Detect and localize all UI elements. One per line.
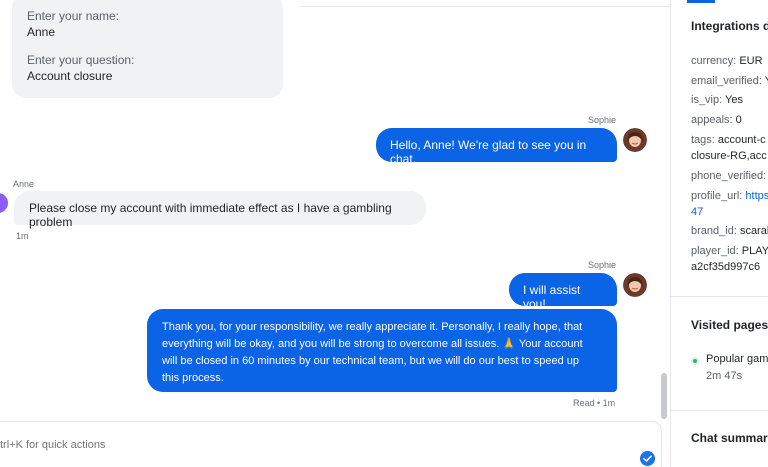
visited-page-time: 2m 47s [706,370,743,382]
field-key: email_verified: [691,75,762,87]
field-appeals: appeals: 0 [691,114,742,126]
customer-avatar [0,193,8,213]
message-timestamp: 1m [16,231,29,241]
field-tags-continued: closure-RG,acc [691,150,767,162]
field-value: PLAYE [741,245,768,257]
section-divider [671,296,768,297]
message-bubble-outgoing: I will assist you! [509,273,617,311]
field-value: a2cf35d997c6 [691,261,761,273]
question-field-value: Account closure [27,69,113,83]
message-read-status: Read • 1m [573,398,616,408]
message-text: I will assist you! [523,283,581,311]
chat-summary-heading: Chat summar [691,431,768,445]
message-sender: Sophie [588,115,617,125]
active-tab-indicator [687,0,715,3]
field-player-id-continued: a2cf35d997c6 [691,261,760,273]
field-value: closure-RG,acc [691,150,767,162]
integrations-heading: Integrations d [691,19,768,33]
field-value: account-c [717,134,766,146]
message-input[interactable] [0,437,400,453]
field-brand-id: brand_id: scaral [691,225,768,237]
field-tags: tags: account-c [691,134,766,146]
message-text-line: will be closed in 60 minutes by our tech… [162,355,580,367]
agent-avatar [623,128,647,152]
visited-page-item[interactable]: Popular gam [706,353,768,365]
message-bubble-outgoing: Hello, Anne! We're glad to see you in ch… [376,128,617,166]
message-text-line: Thank you, for your responsibility, we r… [162,321,583,333]
field-key: phone_verified: [691,170,767,182]
section-divider [671,410,768,411]
name-field-label: Enter your name: [27,9,120,23]
field-value: scaral [739,225,768,237]
field-value: EUR [739,55,763,67]
field-currency: currency: EUR [691,55,763,67]
field-key: is_vip: [691,94,723,106]
profile-url-link[interactable]: https [745,190,768,202]
chat-scrollbar[interactable] [661,373,667,419]
field-profile-url: profile_url: https [691,190,768,202]
field-player-id: player_id: PLAYE [691,245,768,257]
divider [300,6,670,7]
question-field-label: Enter your question: [27,53,135,67]
message-bubble-outgoing: Thank you, for your responsibility, we r… [147,309,617,392]
field-key: tags: [691,134,715,146]
message-sender: Anne [13,179,35,189]
message-text-line: this process. [162,372,224,384]
name-field-value: Anne [27,25,56,39]
field-key: profile_url: [691,190,743,202]
field-key: currency: [691,55,737,67]
field-email-verified: email_verified: Y [691,75,768,87]
visited-pages-heading: Visited pages [691,318,768,332]
profile-url-link[interactable]: 47 [691,206,703,218]
field-key: brand_id: [691,225,737,237]
online-status-icon [691,357,699,365]
field-phone-verified: phone_verified: [691,170,766,182]
field-key: player_id: [691,245,739,257]
field-value: Yes [725,94,743,106]
field-key: appeals: [691,114,733,126]
field-profile-url-continued: 47 [691,206,703,218]
message-text: Hello, Anne! We're glad to see you in ch… [390,138,587,166]
visited-page-duration: 2m 47s [706,370,742,382]
message-text-line: everything will be okay, and you will be… [162,338,583,350]
agent-avatar [623,273,647,297]
message-bubble-incoming: Please close my account with immediate e… [14,191,426,229]
message-text: Please close my account with immediate e… [29,201,392,229]
check-icon[interactable] [640,451,655,466]
field-value: 0 [735,114,742,126]
message-sender: Sophie [588,260,617,270]
field-is-vip: is_vip: Yes [691,94,743,106]
visited-page-title: Popular gam [706,353,768,365]
chat-panel: Enter your name: Anne Enter your questio… [0,0,670,467]
details-sidebar: Integrations d currency: EUR email_verif… [670,0,768,467]
